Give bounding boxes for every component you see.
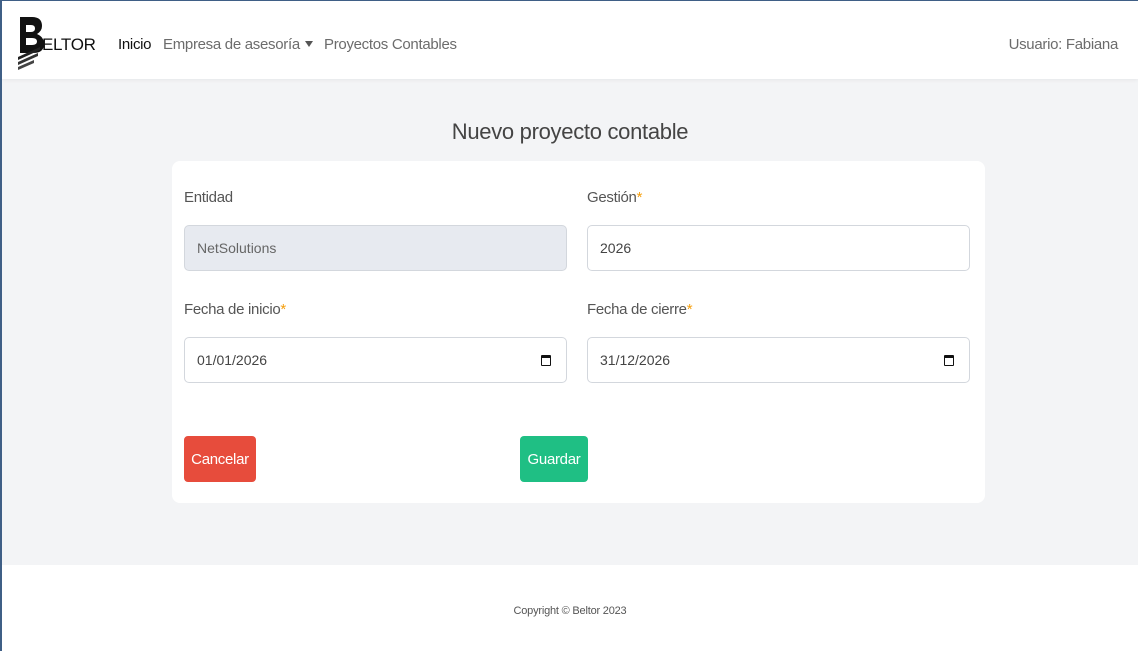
nav-inicio[interactable]: Inicio xyxy=(118,36,152,53)
fecha-inicio-label: Fecha de inicio* xyxy=(184,301,286,318)
nav-empresa-label: Empresa de asesoría xyxy=(163,36,300,53)
fecha-cierre-value: 31/12/2026 xyxy=(600,352,671,368)
beltor-logo-icon xyxy=(16,13,46,75)
brand-name: ELTOR xyxy=(42,35,96,54)
gestion-input[interactable]: 2026 xyxy=(587,225,970,271)
fecha-cierre-label: Fecha de cierre* xyxy=(587,301,693,318)
nav-proyectos-contables[interactable]: Proyectos Contables xyxy=(324,36,457,53)
user-label[interactable]: Usuario: Fabiana xyxy=(1009,36,1119,53)
page-title: Nuevo proyecto contable xyxy=(451,119,689,144)
gestion-required-mark: * xyxy=(636,189,643,206)
nav-empresa-dropdown[interactable]: Empresa de asesoría xyxy=(163,36,313,53)
calendar-icon[interactable] xyxy=(541,354,551,366)
brand[interactable]: ELTOR xyxy=(16,13,96,75)
fecha-cierre-label-text: Fecha de cierre xyxy=(587,301,687,318)
fecha-cierre-input[interactable]: 31/12/2026 xyxy=(587,337,970,383)
gestion-label-text: Gestión xyxy=(587,189,637,206)
project-form-card: Entidad NetSolutions Gestión* 2026 Fecha… xyxy=(172,161,985,503)
gestion-value: 2026 xyxy=(600,240,632,256)
footer-copyright: Copyright © Beltor 2023 xyxy=(513,605,627,617)
entidad-value: NetSolutions xyxy=(197,240,277,256)
top-navbar: ELTOR Inicio Empresa de asesoría Proyect… xyxy=(2,1,1138,79)
fecha-inicio-value: 01/01/2026 xyxy=(197,352,268,368)
entidad-label-text: Entidad xyxy=(184,189,233,206)
main-content: Nuevo proyecto contable Entidad NetSolut… xyxy=(2,79,1138,565)
gestion-label: Gestión* xyxy=(587,189,642,206)
fecha-cierre-required-mark: * xyxy=(686,301,693,318)
fecha-inicio-label-text: Fecha de inicio xyxy=(184,301,281,318)
fecha-inicio-required-mark: * xyxy=(280,301,286,318)
calendar-icon[interactable] xyxy=(944,354,954,366)
caret-down-icon xyxy=(304,41,313,47)
entidad-label: Entidad xyxy=(184,189,233,206)
app-window: ELTOR Inicio Empresa de asesoría Proyect… xyxy=(0,0,1138,651)
entidad-input: NetSolutions xyxy=(184,225,567,271)
fecha-inicio-input[interactable]: 01/01/2026 xyxy=(184,337,567,383)
save-button[interactable]: Guardar xyxy=(520,436,588,482)
cancel-button[interactable]: Cancelar xyxy=(184,436,256,482)
